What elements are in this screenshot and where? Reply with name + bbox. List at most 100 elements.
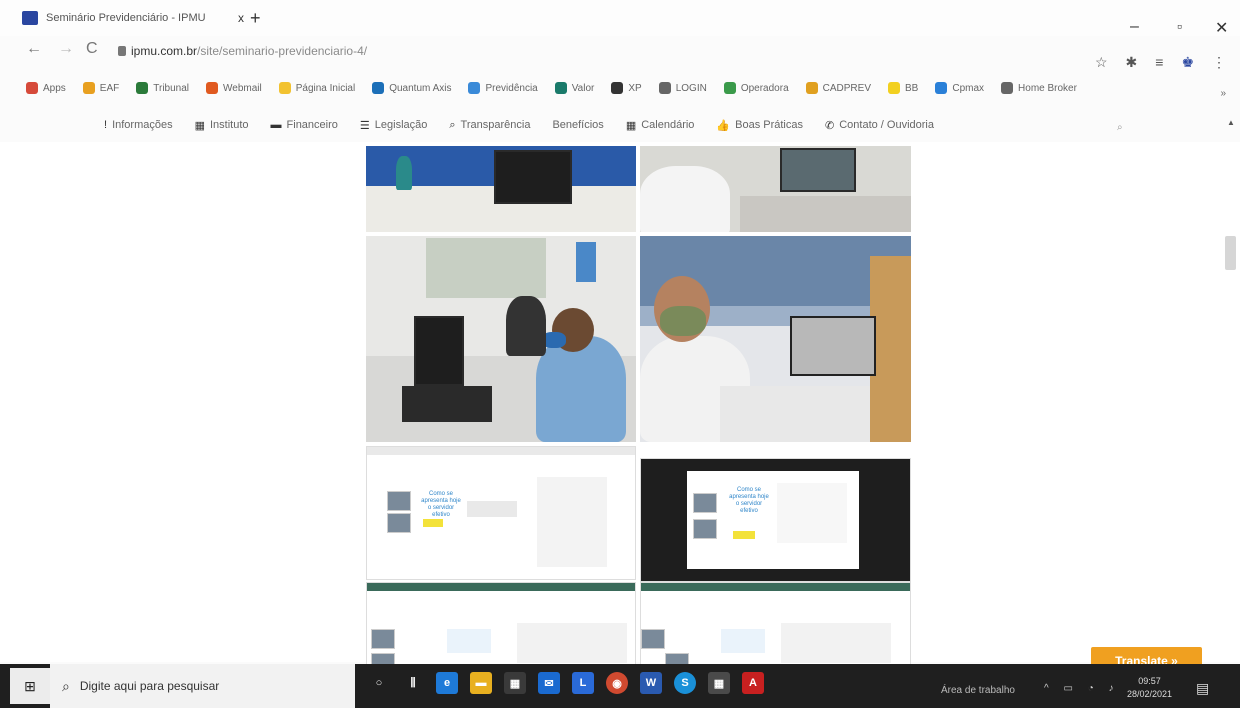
bookmark-item[interactable]: Home Broker [1001, 82, 1077, 94]
store-icon[interactable]: ▦ [504, 672, 526, 694]
bookmark-label: Operadora [740, 82, 789, 94]
url-path: /site/seminario-previdenciario-4/ [197, 44, 368, 58]
bookmark-item[interactable]: Valor [554, 82, 595, 94]
desktop-label[interactable]: Área de trabalho [941, 685, 1015, 696]
scroll-up-icon[interactable]: ▲ [1227, 118, 1235, 127]
minimize-button[interactable]: – [1130, 18, 1139, 36]
site-nav-label: Boas Práticas [735, 119, 803, 131]
screenshot-meeting-1[interactable]: Como se apresenta hoje o servidor efetiv… [366, 446, 636, 580]
notification-icon[interactable]: ▤ [1196, 680, 1209, 697]
site-nav-item[interactable]: ▦ Instituto [195, 119, 249, 132]
taskbar-apps: ○ ⫼ e ▬ ▦ ✉ L ◉ W S ▦ A [368, 672, 764, 694]
bookmark-item[interactable]: Página Inicial [278, 82, 355, 94]
scrollbar-thumb[interactable] [1225, 236, 1236, 270]
forward-button[interactable]: → [58, 40, 74, 58]
site-nav-label: Financeiro [286, 119, 338, 131]
bookmark-item[interactable]: Previdência [468, 82, 538, 94]
site-nav-icon: ⌕ [449, 118, 456, 131]
photo-office-1[interactable] [366, 146, 636, 232]
taskbar-search[interactable]: ⌕ Digite aqui para pesquisar [50, 664, 355, 708]
screenshot-meeting-3[interactable] [366, 582, 636, 668]
calculator-icon[interactable]: ▦ [708, 672, 730, 694]
bookmark-item[interactable]: Cpmax [935, 82, 984, 94]
site-nav-label: Contato / Ouvidoria [839, 119, 934, 131]
clock-time: 09:57 [1138, 676, 1161, 686]
bookmark-item[interactable]: Apps [26, 82, 66, 94]
site-nav-item[interactable]: ✆ Contato / Ouvidoria [825, 119, 934, 132]
back-button[interactable]: ← [26, 40, 42, 58]
app-l-icon[interactable]: L [572, 672, 594, 694]
profile-icon[interactable]: ♚ [1181, 54, 1194, 71]
word-icon[interactable]: W [640, 672, 662, 694]
url-host: ipmu.com.br [131, 44, 198, 58]
site-nav-label: Calendário [641, 119, 695, 131]
site-nav-item[interactable]: 👍 Boas Práticas [716, 119, 803, 132]
toolbar-right: ☆ ✱ ≡ ♚ ⋮ [1095, 54, 1226, 71]
bookmark-label: XP [628, 82, 642, 94]
bookmark-item[interactable]: Operadora [723, 82, 789, 94]
photo-office-3[interactable] [366, 236, 636, 442]
bookmark-item[interactable]: Quantum Axis [372, 82, 451, 94]
reload-button[interactable]: C [86, 40, 98, 58]
site-nav-icon: ▦ [625, 119, 637, 132]
acrobat-icon[interactable]: A [742, 672, 764, 694]
chrome-icon[interactable]: ◉ [606, 672, 628, 694]
maximize-button[interactable]: ▫ [1177, 18, 1182, 34]
extensions-icon[interactable]: ✱ [1126, 54, 1138, 71]
screenshot-meeting-4[interactable] [640, 582, 911, 668]
screenshot-meeting-2[interactable]: Como se apresenta hoje o servidor efetiv… [640, 458, 911, 582]
url-field[interactable]: ipmu.com.br/site/seminario-previdenciari… [131, 44, 367, 58]
close-window-button[interactable]: ✕ [1215, 18, 1228, 38]
bookmark-icon [723, 82, 736, 94]
bookmark-item[interactable]: EAF [82, 82, 119, 94]
site-nav-item[interactable]: Benefícios [552, 119, 603, 131]
site-nav-item[interactable]: ! Informações [104, 119, 173, 131]
bookmark-label: Webmail [223, 82, 262, 94]
cortana-icon[interactable]: ○ [368, 672, 390, 694]
bookmark-item[interactable]: Webmail [206, 82, 262, 94]
photo-office-4[interactable] [640, 236, 911, 442]
reading-list-icon[interactable]: ≡ [1155, 54, 1163, 71]
site-nav-item[interactable]: ☰ Legislação [360, 119, 427, 132]
bookmark-item[interactable]: LOGIN [658, 82, 707, 94]
mail-icon[interactable]: ✉ [538, 672, 560, 694]
tab-close-icon[interactable]: x [238, 11, 244, 25]
clock-date: 28/02/2021 [1127, 689, 1173, 699]
bookmark-label: Home Broker [1018, 82, 1077, 94]
menu-icon[interactable]: ⋮ [1212, 54, 1226, 71]
photo-office-2[interactable] [640, 146, 911, 232]
bookmark-item[interactable]: Tribunal [136, 82, 189, 94]
site-search-icon[interactable]: ⌕ [1117, 122, 1123, 133]
bookmark-item[interactable]: CADPREV [805, 82, 871, 94]
file-explorer-icon[interactable]: ▬ [470, 672, 492, 694]
bookmark-icon [805, 82, 818, 94]
bookmark-label: BB [905, 82, 919, 94]
bookmark-icon [278, 82, 291, 94]
site-nav-item[interactable]: ⌕ Transparência [449, 119, 530, 132]
bookmark-item[interactable]: XP [611, 82, 642, 94]
site-nav-item[interactable]: ▦ Calendário [626, 119, 695, 132]
windows-start-button[interactable]: ⊞ [10, 668, 50, 704]
browser-tab[interactable]: Seminário Previdenciário - IPMU x [22, 6, 244, 30]
bookmarks-more-icon[interactable]: » [1220, 88, 1226, 99]
system-tray-icons[interactable]: ^ ▭ ◔ ♪ [1044, 683, 1120, 694]
task-view-icon[interactable]: ⫼ [402, 672, 424, 694]
bookmark-icon [1001, 82, 1014, 94]
bookmark-item[interactable]: BB [888, 82, 918, 94]
new-tab-button[interactable]: + [250, 8, 261, 29]
site-nav-label: Transparência [460, 119, 531, 131]
bookmark-label: Cpmax [952, 82, 985, 94]
bookmark-icon [206, 82, 219, 94]
site-nav: ! Informações ▦ Instituto ▬ Financeiro ☰ Legisl… [104, 114, 934, 136]
bookmark-label: Tribunal [153, 82, 190, 94]
skype-icon[interactable]: S [674, 672, 696, 694]
edge-icon[interactable]: e [436, 672, 458, 694]
site-favicon [22, 11, 38, 25]
site-nav-item[interactable]: ▬ Financeiro [271, 119, 338, 131]
star-icon[interactable]: ☆ [1095, 54, 1108, 71]
bookmark-label: Valor [571, 82, 595, 94]
taskbar-clock[interactable]: 09:57 28/02/2021 [1127, 675, 1172, 701]
search-icon: ⌕ [62, 677, 70, 694]
bookmark-icon [468, 82, 481, 94]
site-nav-label: Legislação [374, 119, 428, 131]
